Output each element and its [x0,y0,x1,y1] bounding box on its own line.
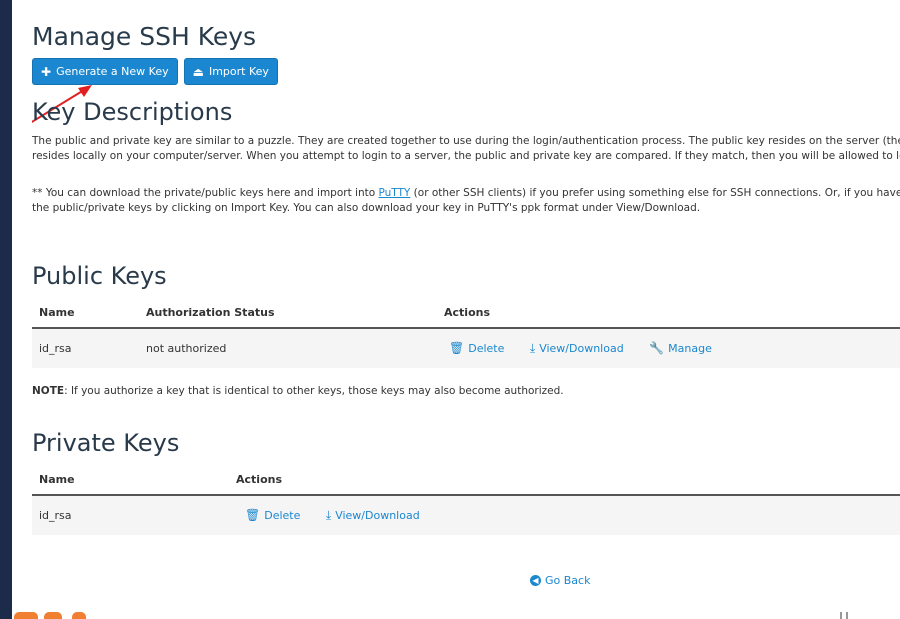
left-sidebar-edge [0,0,12,619]
page-title: Manage SSH Keys [32,22,257,51]
column-header-actions: Actions [437,297,900,329]
column-header-name: Name [32,297,139,329]
putty-link[interactable]: PuTTY [378,187,410,199]
paragraph-line: resides locally on your computer/server.… [32,150,900,162]
public-keys-table: Name Authorization Status Actions id_rsa… [32,297,900,368]
column-header-name: Name [32,464,229,496]
putty-info-paragraph: ** You can download the private/public k… [32,186,900,216]
import-key-button[interactable]: ⏏ Import Key [183,58,278,85]
note-label: NOTE [32,385,65,397]
manage-label: Manage [668,341,712,355]
circle-arrow-left-icon: ◀ [530,575,541,586]
private-keys-table: Name Actions id_rsa 🗑 Delete ⤓ View/Down… [32,464,900,535]
private-keys-title: Private Keys [32,429,180,457]
actions-cell: 🗑 Delete ⤓ View/Download 🔧 Manage [437,328,900,368]
column-header-authorization-status: Authorization Status [139,297,437,329]
delete-label: Delete [468,341,505,355]
table-row: id_rsa 🗑 Delete ⤓ View/Download [32,495,900,535]
view-download-public-key-link[interactable]: ⤓ View/Download [530,341,624,356]
key-name-cell: id_rsa [32,328,139,368]
wrench-icon: 🔧 [649,341,665,355]
view-download-label: View/Download [335,509,420,522]
delete-public-key-link[interactable]: 🗑 Delete [449,341,504,355]
download-icon: ⤓ [529,341,536,355]
authorization-status-cell: not authorized [139,328,437,368]
footer-pause-icon [840,612,848,619]
key-descriptions-paragraph: The public and private key are similar t… [32,134,900,164]
paragraph-line: ** You can download the private/public k… [32,186,900,201]
key-name-cell: id_rsa [32,495,229,535]
trash-icon: 🗑 [449,341,465,355]
table-row: id_rsa not authorized 🗑 Delete ⤓ View/Do… [32,328,900,368]
plus-icon: ✚ [41,64,52,79]
paragraph-text: (or other SSH clients) if you prefer usi… [410,187,900,199]
public-keys-title: Public Keys [32,262,167,290]
import-key-label: Import Key [208,65,269,78]
trash-icon: 🗑 [245,508,261,522]
table-header-row: Name Actions [32,464,900,496]
generate-new-key-label: Generate a New Key [56,65,169,78]
delete-private-key-link[interactable]: 🗑 Delete [245,508,300,522]
view-download-private-key-link[interactable]: ⤓ View/Download [326,508,420,523]
cpanel-logo [14,612,94,619]
key-descriptions-title: Key Descriptions [32,98,233,126]
import-icon: ⏏ [192,64,204,79]
manage-public-key-link[interactable]: 🔧 Manage [649,341,712,355]
go-back-link[interactable]: ◀ Go Back [530,574,590,587]
table-header-row: Name Authorization Status Actions [32,297,900,329]
note-text: : If you authorize a key that is identic… [64,385,564,397]
main-content: Manage SSH Keys ✚ Generate a New Key ⏏ I… [32,0,900,619]
authorization-note: NOTE: If you authorize a key that is ide… [32,385,564,397]
view-download-label: View/Download [539,342,624,355]
download-icon: ⤓ [325,508,332,522]
actions-cell: 🗑 Delete ⤓ View/Download [229,495,900,535]
column-header-actions: Actions [229,464,900,496]
go-back-label: Go Back [545,574,591,587]
delete-label: Delete [264,508,301,522]
paragraph-text: ** You can download the private/public k… [32,187,379,199]
paragraph-line: the public/private keys by clicking on I… [32,202,701,214]
paragraph-line: The public and private key are similar t… [32,135,900,147]
